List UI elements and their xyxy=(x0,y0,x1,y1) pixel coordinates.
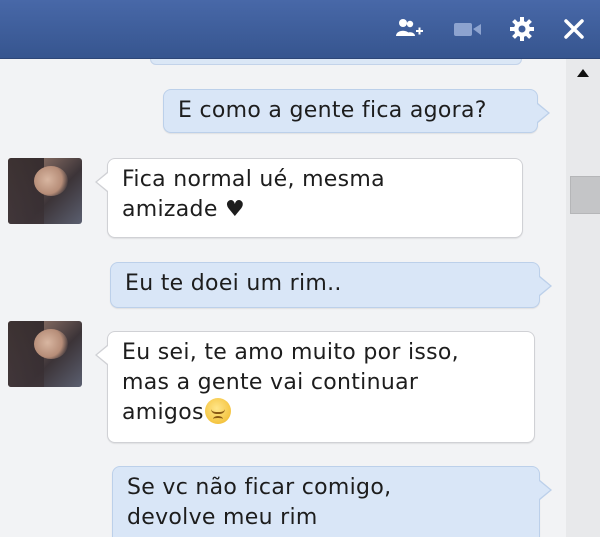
message-bubble-outgoing: E como a gente fica agora? xyxy=(163,89,550,133)
scroll-up-arrow-icon[interactable] xyxy=(577,69,589,77)
message-bubble-outgoing: Se vc não ficar comigo, devolve meu rim xyxy=(112,466,552,537)
message-text: Eu sei, te amo muito por isso, xyxy=(122,340,459,365)
pensive-face-emoji xyxy=(204,398,231,424)
message-bubble-outgoing: Eu te doei um rim.. xyxy=(110,262,552,308)
message-text: Eu te doei um rim.. xyxy=(125,271,342,296)
gear-icon[interactable] xyxy=(507,14,537,44)
avatar[interactable] xyxy=(8,321,82,387)
video-call-icon[interactable] xyxy=(453,14,483,44)
message-text-with-emoji: amigos xyxy=(122,398,520,428)
message-text: Fica normal ué, mesma xyxy=(122,167,385,192)
message-text: mas a gente vai continuar xyxy=(122,370,419,395)
avatar-face xyxy=(34,329,68,359)
avatar[interactable] xyxy=(8,158,82,224)
add-friend-icon[interactable] xyxy=(395,14,425,44)
avatar-face xyxy=(34,166,68,196)
message-text: Se vc não ficar comigo, xyxy=(127,475,392,500)
scrollbar-thumb[interactable] xyxy=(570,176,600,214)
message-text: amigos xyxy=(122,400,204,425)
close-icon[interactable] xyxy=(559,14,589,44)
previous-message-bubble xyxy=(150,59,522,65)
scrollbar[interactable] xyxy=(566,59,600,537)
message-text: amizade ♥ xyxy=(122,197,245,222)
message-bubble-incoming: Eu sei, te amo muito por isso, mas a gen… xyxy=(95,331,535,443)
message-bubble-incoming: Fica normal ué, mesma amizade ♥ xyxy=(95,158,523,238)
chat-header xyxy=(0,0,600,59)
message-text: E como a gente fica agora? xyxy=(178,98,487,123)
message-text: devolve meu rim xyxy=(127,505,318,530)
chat-messages-area[interactable]: E como a gente fica agora? Fica normal u… xyxy=(0,59,566,537)
